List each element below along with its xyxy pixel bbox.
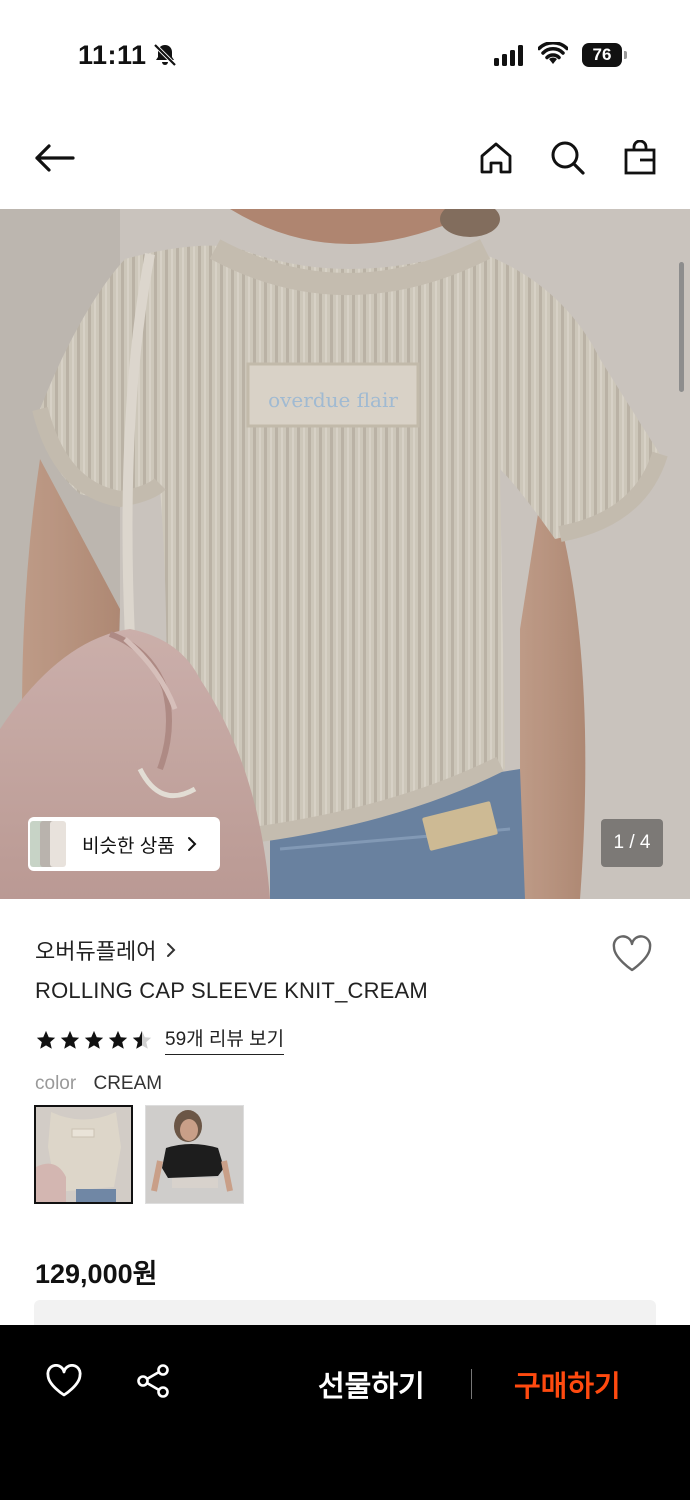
arrow-left-icon: [35, 144, 75, 172]
cart-button[interactable]: [618, 136, 662, 180]
similar-products-label: 비슷한 상품: [82, 835, 175, 857]
bell-off-icon: [153, 43, 177, 67]
star-icon: [108, 1030, 128, 1049]
color-value: CREAM: [93, 1073, 163, 1094]
wishlist-button[interactable]: [610, 934, 654, 974]
color-option-row: color CREAM: [35, 1073, 162, 1095]
product-image-gallery[interactable]: overdue flair: [0, 209, 690, 899]
wifi-icon: [538, 42, 568, 64]
button-divider: [471, 1369, 472, 1399]
image-counter: 1 / 4: [601, 819, 663, 867]
swatch-cream-image: [36, 1107, 131, 1202]
search-icon: [551, 141, 585, 175]
swatch-black-image: [146, 1106, 243, 1203]
star-icon: [60, 1030, 80, 1049]
like-button[interactable]: [44, 1361, 84, 1401]
product-price: 129,000원: [35, 1259, 158, 1289]
home-button[interactable]: [474, 136, 518, 180]
chevron-right-icon: [187, 837, 197, 851]
back-button[interactable]: [32, 136, 76, 180]
shopping-bag-icon: [624, 140, 656, 175]
share-button[interactable]: [133, 1361, 173, 1401]
color-swatches: [34, 1105, 244, 1204]
heart-icon: [46, 1364, 82, 1397]
review-link[interactable]: 59개 리뷰 보기: [165, 1024, 285, 1055]
search-button[interactable]: [546, 136, 590, 180]
product-title: ROLLING CAP SLEEVE KNIT_CREAM: [35, 978, 428, 1003]
cellular-signal-icon: [494, 44, 523, 66]
buy-button[interactable]: 구매하기: [514, 1363, 621, 1405]
home-icon: [480, 142, 512, 174]
gift-button[interactable]: 선물하기: [318, 1363, 425, 1405]
battery-tip: [624, 51, 627, 59]
swatch-black[interactable]: [145, 1105, 244, 1204]
swatch-cream[interactable]: [34, 1105, 133, 1204]
star-icon: [36, 1030, 56, 1049]
bottom-action-bar: 선물하기 구매하기: [0, 1325, 690, 1500]
similar-thumbnails: [28, 817, 66, 871]
star-rating: [35, 1029, 153, 1051]
brand-link[interactable]: 오버듀플레어: [35, 934, 176, 966]
heart-icon: [612, 935, 652, 972]
rating-row: 59개 리뷰 보기: [35, 1024, 285, 1055]
similar-products-button[interactable]: 비슷한 상품: [28, 817, 220, 871]
chevron-right-icon: [167, 943, 176, 957]
color-label: color: [35, 1073, 77, 1094]
product-photo: overdue flair: [0, 209, 690, 899]
top-nav-bar: [0, 118, 690, 198]
page-scrollbar[interactable]: [679, 262, 684, 392]
star-icon: [84, 1030, 104, 1049]
status-bar: 11:11 76: [0, 0, 690, 110]
half-star-icon: [132, 1030, 152, 1049]
battery-indicator: 76: [582, 43, 622, 67]
brand-name: 오버듀플레어: [35, 939, 157, 964]
status-time: 11:11: [78, 40, 147, 70]
share-icon: [137, 1364, 169, 1398]
